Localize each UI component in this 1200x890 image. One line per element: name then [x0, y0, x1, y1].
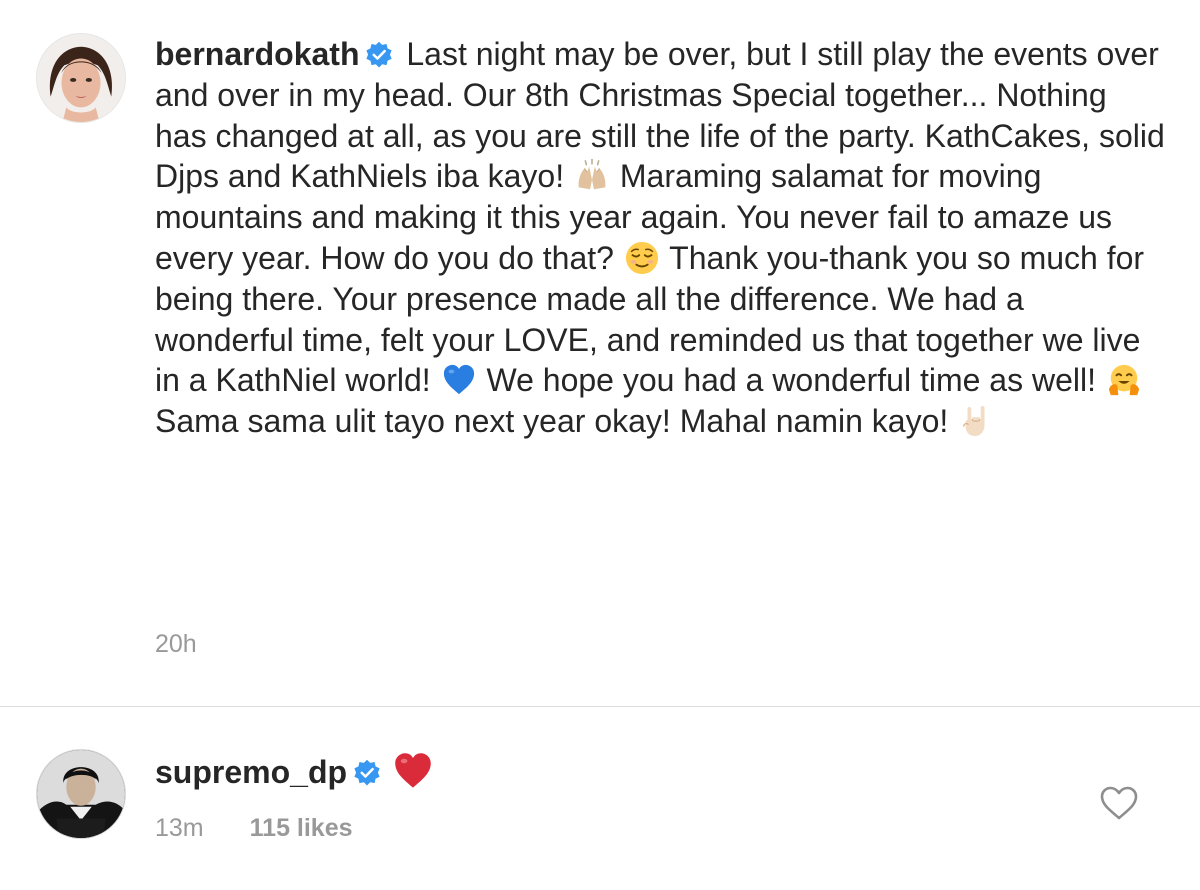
caption-username[interactable]: bernardokath — [155, 36, 359, 72]
profile-photo — [37, 34, 125, 122]
heart-outline-icon[interactable] — [1099, 785, 1139, 821]
caption-segment-5: Sama sama ulit tayo next year okay! Maha… — [155, 403, 949, 440]
caption-text: bernardokath Last night may be over, but… — [155, 34, 1165, 442]
avatar[interactable] — [36, 33, 126, 123]
caption-timestamp: 20h — [155, 630, 197, 658]
verified-badge-icon — [365, 41, 393, 69]
comment-meta: 13m 115 likes — [155, 814, 353, 843]
comment-timestamp: 13m — [155, 814, 204, 842]
caption-segment-4: We hope you had a wonderful time as well… — [486, 362, 1096, 399]
caption-block: bernardokath Last night may be over, but… — [0, 0, 1200, 706]
blue-heart-emoji — [442, 363, 476, 397]
comment-text: supremo_dp — [155, 750, 435, 794]
verified-badge-icon — [353, 759, 381, 787]
rock-on-hand-emoji — [959, 404, 993, 438]
comment-username[interactable]: supremo_dp — [155, 754, 347, 790]
hugging-face-emoji — [1107, 363, 1141, 397]
raising-hands-emoji — [575, 159, 609, 193]
relieved-face-emoji — [625, 241, 659, 275]
red-heart-emoji — [393, 751, 433, 791]
comment-avatar[interactable] — [36, 749, 126, 839]
comment-likes[interactable]: 115 likes — [250, 814, 353, 842]
comment-row — [0, 707, 1200, 890]
comment-profile-photo — [37, 750, 125, 838]
